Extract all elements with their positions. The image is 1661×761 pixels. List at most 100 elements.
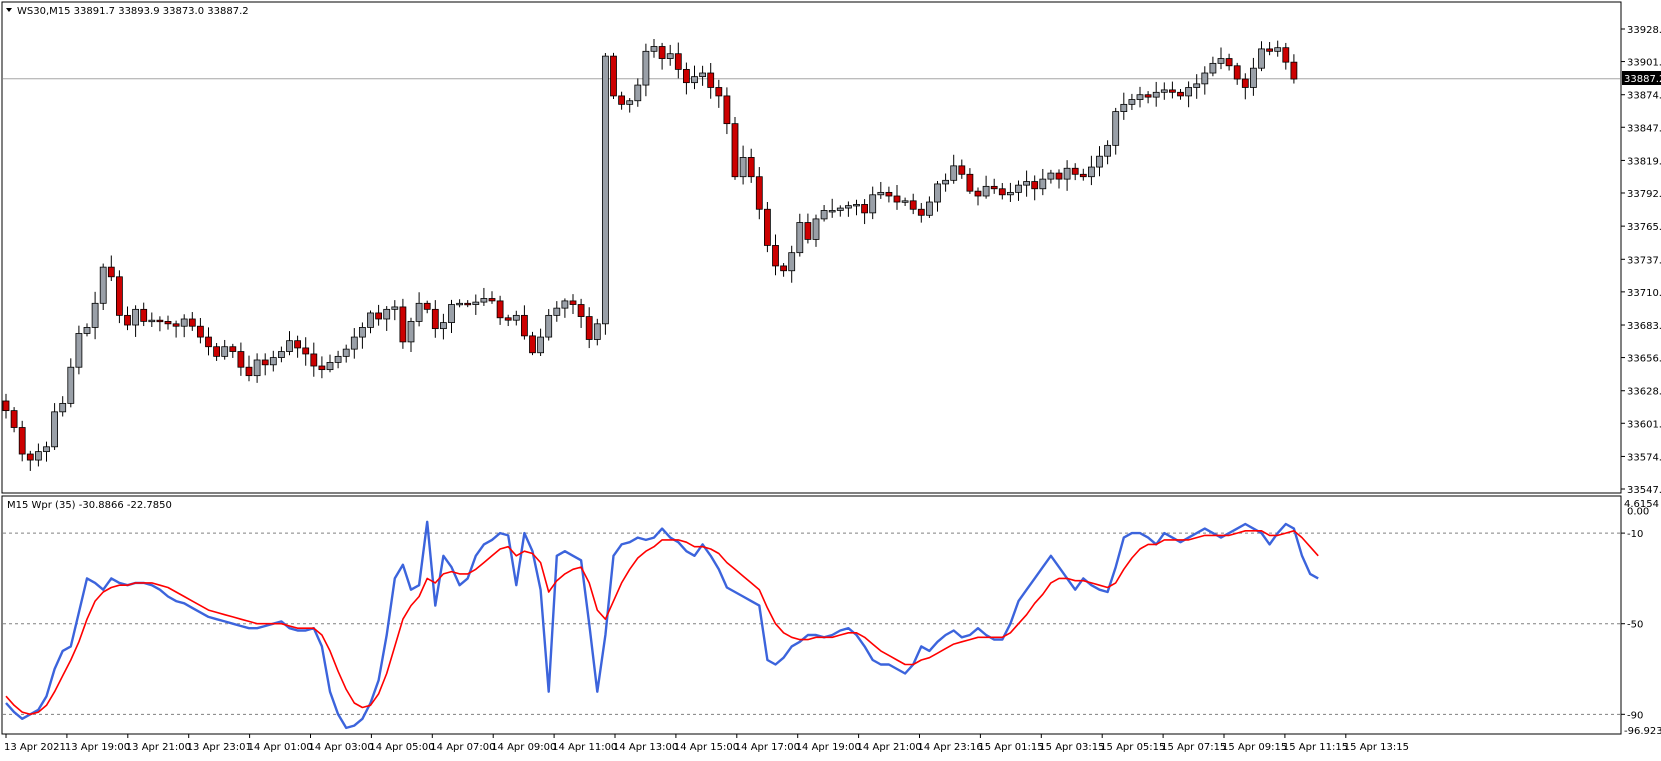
candle-body bbox=[585, 316, 593, 340]
candle-body bbox=[1039, 178, 1047, 190]
time-tick-label: 15 Apr 01:15 bbox=[978, 742, 1043, 753]
candle-body bbox=[950, 165, 958, 181]
candle-body bbox=[75, 333, 83, 368]
price-tick-label: 33874.0 bbox=[1627, 91, 1661, 102]
indicator-axis: -10-50-900.00 bbox=[1621, 506, 1649, 721]
candle-body bbox=[83, 327, 91, 334]
candle-body bbox=[205, 336, 212, 348]
candle-body bbox=[464, 302, 472, 306]
candle-body bbox=[1120, 103, 1128, 112]
candle-body bbox=[132, 308, 140, 326]
candle-body bbox=[286, 340, 293, 352]
price-tick-label: 33628.5 bbox=[1627, 387, 1661, 398]
candle-body bbox=[723, 95, 731, 125]
candle-body bbox=[602, 55, 609, 325]
candle-body bbox=[1128, 99, 1136, 105]
time-tick-label: 14 Apr 13:00 bbox=[613, 742, 678, 753]
candle-body bbox=[1169, 89, 1176, 93]
price-tick-label: 33656.0 bbox=[1627, 354, 1661, 365]
candle-body bbox=[269, 357, 277, 366]
candle-body bbox=[772, 245, 779, 267]
candle-body bbox=[2, 400, 10, 412]
price-tick-label: 33710.5 bbox=[1627, 288, 1661, 299]
price-tick-label: 33683.0 bbox=[1627, 321, 1661, 332]
candle-body bbox=[172, 323, 180, 327]
candle-body bbox=[116, 276, 123, 316]
time-tick-label: 13 Apr 23:01 bbox=[187, 742, 252, 753]
candle-body bbox=[1079, 173, 1087, 178]
candle-body bbox=[1023, 181, 1030, 186]
candle-body bbox=[1201, 72, 1209, 85]
candle-body bbox=[569, 300, 577, 305]
candle-body bbox=[1241, 78, 1249, 88]
price-tick-label: 33574.0 bbox=[1627, 452, 1661, 463]
wpr-level-label: -10 bbox=[1627, 529, 1643, 540]
candle-body bbox=[974, 190, 982, 197]
trading-chart: 33928.5 33901.5 33874.0 33847.0 33819.5 33792… bbox=[1, 1, 1661, 753]
candle-body bbox=[707, 72, 715, 88]
candle-body bbox=[804, 222, 812, 240]
candle-body bbox=[188, 318, 196, 327]
candle-body bbox=[229, 346, 237, 352]
candle-body bbox=[1185, 87, 1192, 97]
candle-body bbox=[1055, 172, 1063, 180]
time-tick-label: 14 Apr 19:00 bbox=[796, 742, 861, 753]
candle-body bbox=[958, 165, 966, 175]
candle-body bbox=[302, 347, 310, 355]
time-tick-label: 14 Apr 15:00 bbox=[674, 742, 739, 753]
candle-body bbox=[1258, 48, 1265, 69]
candle-body bbox=[1088, 166, 1095, 178]
candle-body bbox=[35, 451, 42, 461]
candle-body bbox=[1136, 94, 1144, 100]
time-tick-label: 15 Apr 11:15 bbox=[1283, 742, 1348, 753]
candle-body bbox=[820, 210, 828, 220]
candle-body bbox=[926, 201, 933, 216]
candle-body bbox=[610, 55, 617, 97]
price-panel-frame bbox=[1, 1, 1622, 494]
candle-body bbox=[1193, 83, 1201, 88]
candle-body bbox=[796, 222, 804, 254]
candle-body bbox=[448, 304, 455, 324]
candle-body bbox=[399, 306, 407, 343]
candle-body bbox=[561, 300, 569, 309]
price-tick-label: 33601.5 bbox=[1627, 419, 1661, 430]
candle-body bbox=[1007, 191, 1014, 196]
candle-body bbox=[666, 53, 674, 59]
candle-body bbox=[253, 359, 261, 377]
candle-body bbox=[1177, 91, 1184, 97]
price-tick-label: 33901.5 bbox=[1627, 58, 1661, 69]
time-tick-label: 15 Apr 07:15 bbox=[1161, 742, 1226, 753]
candle-body bbox=[1047, 172, 1055, 180]
candle-body bbox=[966, 173, 974, 192]
candle-body bbox=[577, 304, 585, 317]
candle-body bbox=[107, 266, 115, 278]
candle-body bbox=[836, 207, 844, 211]
candle-body bbox=[545, 314, 553, 338]
candle-body bbox=[439, 322, 447, 330]
candle-body bbox=[755, 176, 763, 210]
candle-body bbox=[521, 314, 528, 337]
candle-body bbox=[140, 308, 148, 322]
candle-body bbox=[67, 366, 75, 404]
time-tick-label: 14 Apr 07:00 bbox=[430, 742, 495, 753]
time-axis: 13 Apr 2021 13 Apr 19:0013 Apr 21:0013 Ap… bbox=[4, 734, 1409, 753]
candle-body bbox=[367, 312, 374, 328]
candle-body bbox=[148, 319, 156, 323]
candle-body bbox=[845, 205, 852, 209]
candle-body bbox=[326, 361, 334, 371]
candle-body bbox=[1250, 67, 1257, 88]
candle-body bbox=[342, 348, 350, 357]
candle-body bbox=[213, 346, 221, 357]
candle-body bbox=[1274, 47, 1282, 52]
candle-body bbox=[642, 50, 650, 86]
candle-body bbox=[423, 302, 431, 310]
time-tick-label: 15 Apr 05:15 bbox=[1100, 742, 1165, 753]
candle-body bbox=[180, 318, 188, 327]
time-tick-label: 13 Apr 21:00 bbox=[126, 742, 191, 753]
candle-body bbox=[942, 179, 949, 185]
candle-body bbox=[480, 298, 488, 303]
candle-body bbox=[164, 320, 172, 325]
candle-body bbox=[747, 157, 755, 178]
candle-body bbox=[1290, 61, 1298, 80]
candle-body bbox=[456, 302, 464, 306]
